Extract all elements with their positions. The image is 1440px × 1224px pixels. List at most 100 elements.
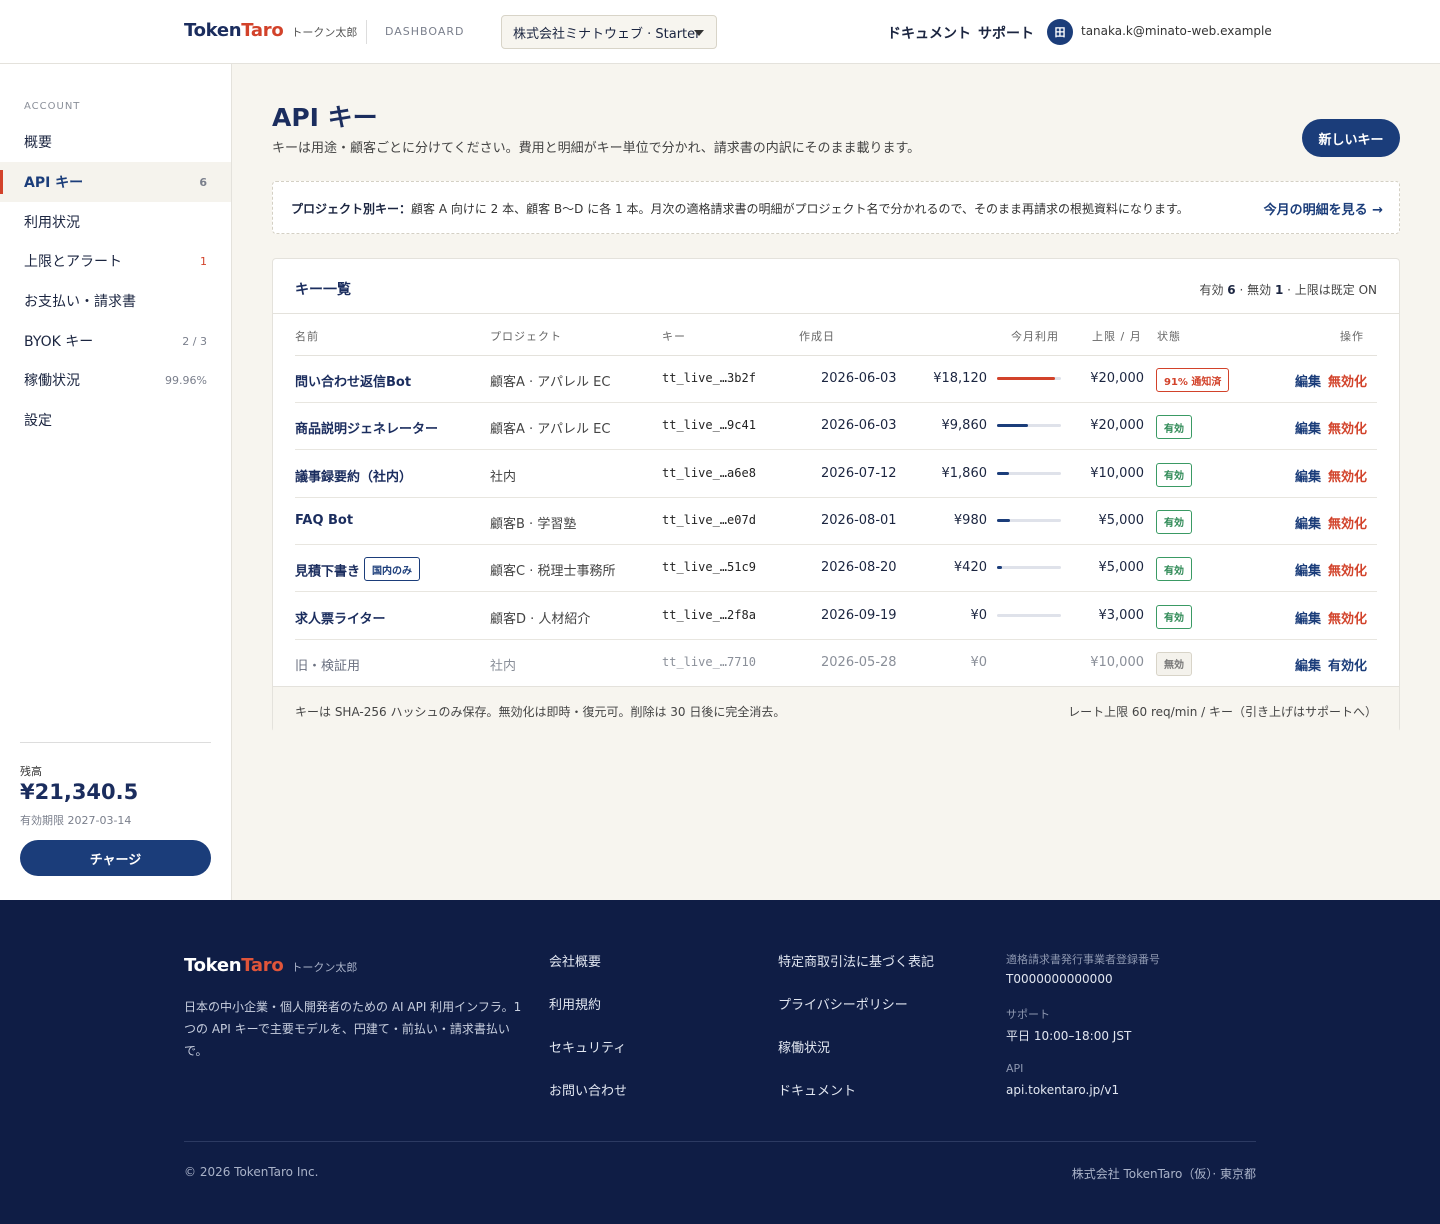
avatar[interactable]: 田 xyxy=(1047,19,1073,45)
key-usage: ¥980 xyxy=(953,512,987,528)
sidebar-item-api-keys[interactable]: API キー 6 xyxy=(0,162,231,202)
footer-link-company[interactable]: 会社概要 xyxy=(549,951,601,970)
status-badge: 無効 xyxy=(1156,651,1192,676)
sidebar-item-label: 概要 xyxy=(24,135,52,151)
footer-link-tokushoho[interactable]: 特定商取引法に基づく表記 xyxy=(778,951,934,970)
sidebar-item-billing[interactable]: お支払い・請求書 xyxy=(0,281,231,321)
footer-link-terms[interactable]: 利用規約 xyxy=(549,994,601,1013)
balance-value: ¥21,340.5 xyxy=(20,780,139,804)
key-name[interactable]: FAQ Bot xyxy=(295,513,353,528)
brand-name-taro: Taro xyxy=(241,20,284,41)
sidebar-item-overview[interactable]: 概要 xyxy=(0,122,231,162)
key-name-text: FAQ Bot xyxy=(295,512,354,528)
key-masked: tt_live_…3b2f xyxy=(662,371,756,385)
edit-button[interactable]: 編集 xyxy=(1295,466,1321,485)
table-row[interactable]: 商品説明ジェネレーター 顧客A · アパレル EC tt_live_…9c41 202… xyxy=(295,403,1377,451)
api-endpoint[interactable]: api.tokentaro.jp/v1 xyxy=(1006,1083,1119,1097)
region-tag: 国内のみ xyxy=(364,557,421,582)
status-badge: 有効 xyxy=(1156,509,1192,534)
footer-link-privacy[interactable]: プライバシーポリシー xyxy=(778,994,908,1013)
key-usage: ¥18,120 xyxy=(933,371,987,386)
balance-label: 残高 xyxy=(20,765,42,778)
table-row[interactable]: 問い合わせ返信Bot 顧客A · アパレル EC tt_live_…3b2f 2026… xyxy=(295,356,1377,403)
enable-button[interactable]: 有効化 xyxy=(1328,655,1367,674)
sidebar-item-limits-alerts[interactable]: 上限とアラート 1 xyxy=(0,241,231,281)
key-created: 2026-08-20 xyxy=(821,560,897,576)
table-row[interactable]: 求人票ライター 顧客D · 人材紹介 tt_live_…2f8a 2026-09-19… xyxy=(295,593,1377,640)
edit-button[interactable]: 編集 xyxy=(1295,560,1321,579)
key-name[interactable]: 商品説明ジェネレーター xyxy=(295,418,438,437)
disable-button[interactable]: 無効化 xyxy=(1328,418,1367,437)
brand-logo[interactable]: Token Taro トークン太郎 xyxy=(184,20,357,41)
disable-button[interactable]: 無効化 xyxy=(1328,560,1367,579)
new-key-button[interactable]: 新しいキー xyxy=(1302,119,1400,157)
key-project: 社内 xyxy=(490,658,517,674)
table-row[interactable]: 旧・検証用 社内 tt_live_…7710 2026-05-28 ¥0 ¥10,000 無… xyxy=(295,640,1377,687)
usage-bar xyxy=(997,471,1061,475)
sidebar-item-byok[interactable]: BYOK キー 2 / 3 xyxy=(0,321,231,361)
main-content: API キー キーは用途・顧客ごとに分けてください。費用と明細がキー単位で分かれ… xyxy=(232,64,1440,900)
key-name-text: 議事録要約（社内） xyxy=(295,469,413,485)
edit-button[interactable]: 編集 xyxy=(1295,608,1321,627)
inactive-count: 1 xyxy=(1274,283,1284,297)
footer-description: 日本の中小企業・個人開発者のための AI API 利用インフラ。1 つの API… xyxy=(184,1000,522,1058)
footer-brand[interactable]: Token Taro トークン太郎 xyxy=(184,955,357,976)
support-link[interactable]: サポート xyxy=(978,23,1034,43)
usage-bar xyxy=(997,424,1061,428)
org-plan-value: 株式会社ミナトウェブ · Starter xyxy=(513,26,701,42)
table-row[interactable]: 見積下書き 国内のみ 顧客C · 税理士事務所 tt_live_…51c9 2026-0… xyxy=(295,545,1377,593)
key-masked: tt_live_…7710 xyxy=(662,654,756,669)
col-header-key: キー xyxy=(662,330,686,343)
disable-button[interactable]: 無効化 xyxy=(1328,371,1367,390)
edit-button[interactable]: 編集 xyxy=(1295,418,1321,437)
org-plan-select[interactable]: 株式会社ミナトウェブ · Starter xyxy=(501,15,717,49)
key-name[interactable]: 旧・検証用 xyxy=(295,655,360,674)
key-created: 2026-06-03 xyxy=(821,371,897,386)
disable-button[interactable]: 無効化 xyxy=(1328,466,1367,485)
usage-bar-fill xyxy=(997,566,1003,570)
key-limit: ¥10,000 xyxy=(1090,654,1144,670)
registration-label: 適格請求書発行事業者登録番号 xyxy=(1006,953,1160,966)
usage-bar xyxy=(997,566,1061,570)
usage-bar-fill xyxy=(997,377,1056,380)
disable-button[interactable]: 無効化 xyxy=(1328,608,1367,627)
brand-kana: トークン太郎 xyxy=(291,26,358,39)
sidebar-item-label: 稼働状況 xyxy=(24,373,80,389)
card-footer: キーは SHA-256 ハッシュのみ保存。無効化は即時・復元可。削除は 30 日… xyxy=(273,686,1399,732)
key-masked: tt_live_…51c9 xyxy=(662,560,756,575)
key-created: 2026-09-19 xyxy=(821,607,897,623)
disable-button[interactable]: 無効化 xyxy=(1328,513,1367,532)
docs-link[interactable]: ドキュメント xyxy=(887,23,971,43)
monthly-statement-link[interactable]: 今月の明細を見る → xyxy=(1264,199,1383,218)
sidebar-item-status[interactable]: 稼働状況 99.96% xyxy=(0,360,231,400)
section-label: DASHBOARD xyxy=(385,25,465,38)
key-limit: ¥5,000 xyxy=(1098,560,1145,576)
sidebar: ACCOUNT 概要 API キー 6 利用状況 上限とアラート 1 お支払い・… xyxy=(0,64,232,900)
key-created: 2026-07-12 xyxy=(821,465,897,481)
table-row[interactable]: 議事録要約（社内） 社内 tt_live_…a6e8 2026-07-12 ¥1,860… xyxy=(295,451,1377,498)
key-project: 顧客A · アパレル EC xyxy=(490,375,611,390)
sidebar-item-count: 1 xyxy=(200,254,207,268)
footer-link-status[interactable]: 稼働状況 xyxy=(778,1037,830,1056)
edit-button[interactable]: 編集 xyxy=(1295,513,1321,532)
key-name[interactable]: 見積下書き 国内のみ xyxy=(295,557,421,584)
user-email[interactable]: tanaka.k@minato-web.example xyxy=(1081,24,1272,38)
table-row[interactable]: FAQ Bot 顧客B · 学習塾 tt_live_…e07d 2026-08-01 ¥… xyxy=(295,498,1377,545)
footer-link-docs[interactable]: ドキュメント xyxy=(778,1080,856,1099)
sidebar-item-count: 99.96% xyxy=(165,373,207,387)
footer-link-contact[interactable]: お問い合わせ xyxy=(549,1080,627,1099)
key-name-text: 見積下書き xyxy=(295,564,361,580)
project-keys-note: プロジェクト別キー：顧客 A 向けに 2 本、顧客 B〜D に各 1 本。月次の… xyxy=(272,181,1400,234)
sidebar-item-settings[interactable]: 設定 xyxy=(0,400,231,440)
key-name[interactable]: 求人票ライター xyxy=(295,608,385,627)
key-name[interactable]: 議事録要約（社内） xyxy=(295,466,412,485)
edit-button[interactable]: 編集 xyxy=(1295,371,1321,390)
charge-button[interactable]: チャージ xyxy=(20,840,211,876)
key-name[interactable]: 問い合わせ返信Bot xyxy=(295,371,411,390)
key-project: 顧客D · 人材紹介 xyxy=(490,611,591,627)
footer-link-security[interactable]: セキュリティ xyxy=(549,1037,626,1056)
key-name-text: 問い合わせ返信Bot xyxy=(295,375,412,390)
edit-button[interactable]: 編集 xyxy=(1295,655,1321,674)
top-header: Token Taro トークン太郎 DASHBOARD 株式会社ミナトウェブ · … xyxy=(0,0,1440,64)
sidebar-item-usage[interactable]: 利用状況 xyxy=(0,202,231,242)
